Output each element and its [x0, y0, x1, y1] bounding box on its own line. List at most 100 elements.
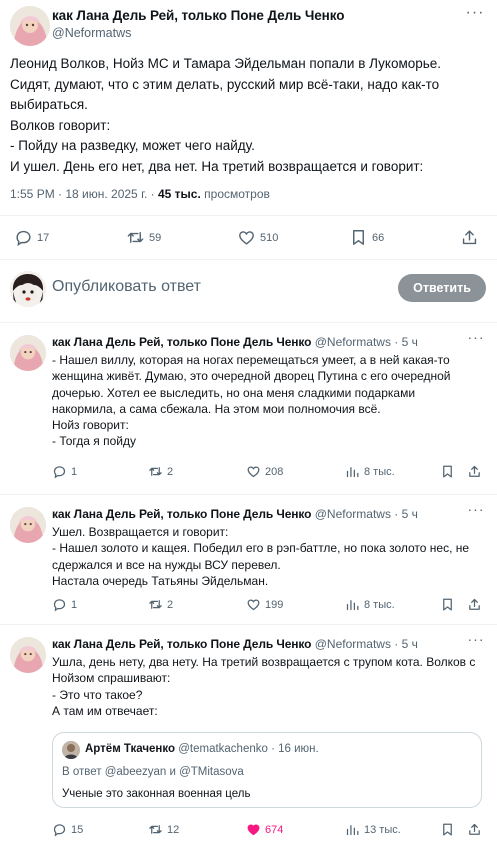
- reply-text: - Нашел виллу, которая на ногах перемеща…: [52, 352, 492, 450]
- reply-text-line: женщина живёт. Думаю, это очередной двор…: [52, 369, 451, 384]
- author-name[interactable]: как Лана Дель Рей, только Поне Дель Ченк…: [52, 637, 312, 651]
- reply-tweet[interactable]: как Лана Дель Рей, только Поне Дель Ченк…: [0, 495, 497, 624]
- divider: [0, 259, 497, 260]
- repost-button[interactable]: 12: [148, 822, 179, 837]
- tweet-text-line: выбираться.: [10, 97, 88, 113]
- bookmark-button[interactable]: [440, 464, 455, 479]
- like-button[interactable]: 199: [246, 597, 283, 612]
- author-handle[interactable]: @Neformatws: [52, 26, 131, 40]
- quoted-author-handle[interactable]: @tematkachenko · 16 июн.: [178, 743, 318, 755]
- reply-count: 1: [71, 465, 78, 478]
- like-count: 674: [265, 823, 284, 836]
- author-avatar[interactable]: [10, 335, 46, 371]
- like-button[interactable]: 674: [246, 822, 283, 837]
- reply-tweet[interactable]: как Лана Дель Рей, только Поне Дель Ченк…: [0, 625, 497, 848]
- views-icon: [345, 597, 360, 612]
- repost-icon: [148, 464, 163, 479]
- more-icon[interactable]: ···: [466, 330, 486, 347]
- tweet-text-line: Сидят, думают, что с этим делать, русски…: [10, 76, 440, 92]
- more-icon[interactable]: ···: [463, 5, 487, 26]
- more-icon[interactable]: ···: [466, 502, 486, 519]
- share-icon: [467, 464, 482, 479]
- share-icon: [467, 597, 482, 612]
- author-name[interactable]: как Лана Дель Рей, только Поне Дель Ченк…: [52, 335, 312, 349]
- repost-icon: [148, 597, 163, 612]
- reply-header: как Лана Дель Рей, только Поне Дель Ченк…: [52, 507, 418, 521]
- repost-button[interactable]: 59: [126, 228, 161, 247]
- reply-text-line: - Нашел золото и кащея. Победил его в рэ…: [52, 541, 470, 556]
- reply-button[interactable]: 17: [14, 228, 49, 247]
- author-name[interactable]: как Лана Дель Рей, только Поне Дель Ченк…: [52, 507, 312, 521]
- reply-header: как Лана Дель Рей, только Поне Дель Ченк…: [52, 637, 418, 651]
- reply-count: 15: [71, 823, 84, 836]
- reply-input[interactable]: Опубликовать ответ: [52, 278, 201, 296]
- repost-count: 2: [167, 598, 174, 611]
- reply-submit-button[interactable]: Ответить: [398, 274, 486, 302]
- bookmark-count: 66: [372, 231, 385, 244]
- reply-time[interactable]: 5 ч: [402, 335, 418, 349]
- repost-count: 12: [167, 823, 180, 836]
- reply-text: Ушел. Возвращается и говорит: - Нашел зо…: [52, 524, 492, 589]
- like-button[interactable]: 208: [246, 464, 283, 479]
- repost-count: 2: [167, 465, 174, 478]
- like-count: 199: [265, 598, 284, 611]
- reply-text-line: сдержался и все на нужды ВСУ перевел.: [52, 557, 281, 572]
- user-avatar[interactable]: [10, 271, 46, 307]
- views-button[interactable]: 8 тыс.: [345, 597, 395, 612]
- reply-icon: [14, 228, 33, 247]
- tweet-actions: 17 59 510 66: [0, 228, 497, 250]
- like-count: 510: [260, 231, 279, 244]
- quoted-author-name[interactable]: Артём Ткаченко: [85, 743, 175, 755]
- bookmark-icon: [440, 597, 455, 612]
- more-icon[interactable]: ···: [466, 632, 486, 649]
- tweet-text-line: - Пойду на разведку, может чего найду.: [10, 138, 255, 154]
- reply-text-line: Ушел. Возвращается и говорит:: [52, 525, 229, 539]
- reply-text-line: - Тогда я пойду: [52, 434, 136, 449]
- views-count: 8 тыс.: [364, 598, 395, 611]
- like-icon: [246, 822, 261, 837]
- reply-time[interactable]: 5 ч: [402, 637, 418, 651]
- author-avatar[interactable]: [10, 507, 46, 543]
- tweet-text-line: Волков говорит:: [10, 117, 111, 133]
- reply-button[interactable]: 15: [52, 822, 83, 837]
- views-count: 8 тыс.: [364, 465, 395, 478]
- author-name[interactable]: как Лана Дель Рей, только Поне Дель Ченк…: [52, 8, 344, 23]
- author-handle[interactable]: @Neformatws: [315, 637, 391, 651]
- share-button[interactable]: [467, 464, 482, 479]
- like-button[interactable]: 510: [237, 228, 278, 247]
- reply-tweet[interactable]: как Лана Дель Рей, только Поне Дель Ченк…: [0, 323, 497, 494]
- share-button[interactable]: [467, 597, 482, 612]
- bookmark-icon: [440, 464, 455, 479]
- repost-count: 59: [149, 231, 162, 244]
- views-button[interactable]: 8 тыс.: [345, 464, 395, 479]
- bookmark-button[interactable]: 66: [349, 228, 384, 247]
- reply-icon: [52, 822, 67, 837]
- bookmark-button[interactable]: [440, 597, 455, 612]
- reply-text-line: - Нашел виллу, которая на ногах перемеща…: [52, 353, 450, 367]
- reply-text: Ушла, день нету, два нету. На третий воз…: [52, 654, 492, 719]
- views-button[interactable]: 13 тыс.: [345, 822, 401, 837]
- author-avatar[interactable]: [10, 637, 46, 673]
- reply-header: как Лана Дель Рей, только Поне Дель Ченк…: [52, 335, 418, 349]
- reply-button[interactable]: 1: [52, 597, 77, 612]
- repost-icon: [148, 822, 163, 837]
- repost-button[interactable]: 2: [148, 597, 173, 612]
- quoted-tweet[interactable]: Артём Ткаченко @tematkachenko · 16 июн. …: [52, 732, 482, 808]
- author-handle[interactable]: @Neformatws: [315, 335, 391, 349]
- views-icon: [345, 464, 360, 479]
- tweet-text-line: И ушел. День его нет, два нет. На третий…: [10, 158, 424, 174]
- share-button[interactable]: [467, 822, 482, 837]
- bookmark-button[interactable]: [440, 822, 455, 837]
- repost-icon: [126, 228, 145, 247]
- quoted-author-avatar[interactable]: [62, 741, 80, 759]
- share-button[interactable]: [460, 228, 479, 247]
- reply-icon: [52, 597, 67, 612]
- reply-button[interactable]: 1: [52, 464, 77, 479]
- tweet-timestamp[interactable]: 1:55 PM · 18 июн. 2025 г. ·: [10, 187, 158, 201]
- separator-dot: ·: [390, 507, 402, 521]
- author-avatar[interactable]: [10, 6, 50, 46]
- author-handle[interactable]: @Neformatws: [315, 507, 391, 521]
- repost-button[interactable]: 2: [148, 464, 173, 479]
- like-count: 208: [265, 465, 284, 478]
- reply-time[interactable]: 5 ч: [402, 507, 418, 521]
